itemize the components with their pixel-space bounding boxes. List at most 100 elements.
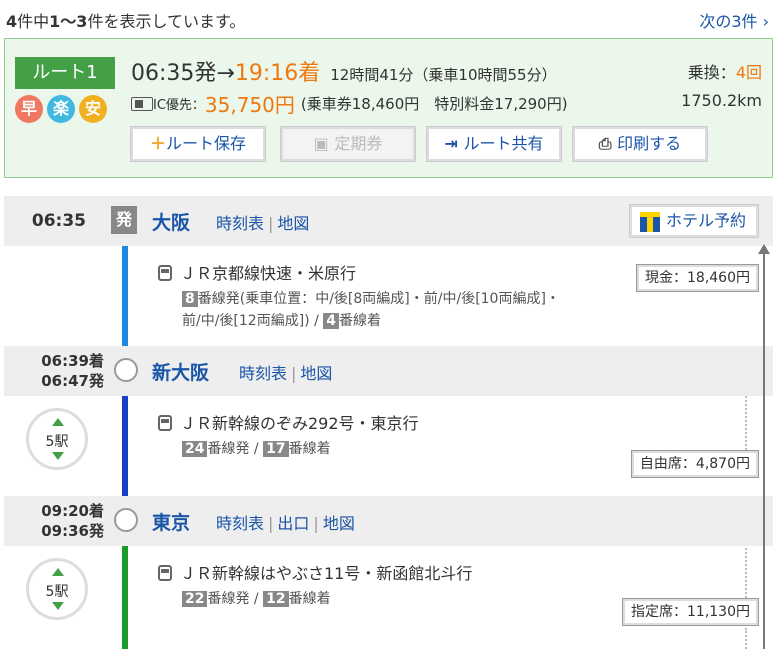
fare-divider <box>745 548 747 598</box>
hotel-reserve-button[interactable]: ホテル予約 <box>629 204 759 238</box>
transfers-label: 乗換： <box>687 63 736 82</box>
easy-mark-icon: 楽 <box>47 95 75 123</box>
time-arrow: → <box>216 61 235 86</box>
station-time: 06:35 <box>31 211 86 231</box>
arrive-time: 19:16着 <box>234 61 321 86</box>
dep-platform-text2: 前/中/後[12両編成]) <box>182 313 310 329</box>
train-name: ＪＲ新幹線のぞみ292号・東京行 <box>158 410 419 434</box>
train-icon <box>158 265 172 281</box>
depart-time: 06:35発 <box>131 61 217 86</box>
arr-platform: 17 <box>263 441 289 457</box>
cheap-mark-icon: 安 <box>79 95 107 123</box>
next-results-link[interactable]: 次の3件 › <box>699 8 769 32</box>
result-count-bar: 4件中1～3件を表示しています。 次の3件 › <box>0 0 777 36</box>
save-route-label: ルート保存 <box>166 134 247 153</box>
dep-platform-text: 番線発 <box>207 591 250 607</box>
map-link[interactable]: 地図 <box>300 364 332 383</box>
tpoint-logo-icon <box>640 212 660 232</box>
platform-info: 24 番線発 / 17 番線着 <box>182 438 331 460</box>
pass-icon: ▣ <box>313 134 335 153</box>
fare-bracket-line <box>763 254 765 649</box>
expand-down-icon <box>52 452 64 460</box>
route-detail: 06:35 発 大阪 時刻表 | 地図 ホテル予約 ＪＲ京都線快速・米原行 8 番線発… <box>4 196 773 649</box>
distance: 1750.2km <box>681 91 762 110</box>
station-time-depart: 09:36発 <box>41 522 104 540</box>
fare-divider <box>745 396 747 450</box>
dep-platform-text: 番線発(乗車位置：中/後[8両編成]・前/中/後[10両編成]・ <box>197 291 560 307</box>
arr-platform-text: 番線着 <box>288 591 331 607</box>
stops-count: 5駅 <box>45 434 69 450</box>
save-route-button[interactable]: ＋ルート保存 <box>130 126 266 162</box>
expand-down-icon <box>52 602 64 610</box>
result-count: 4件中1～3件を表示しています。 <box>6 8 245 32</box>
stops-count: 5駅 <box>45 584 69 600</box>
station-time-depart: 06:47発 <box>41 372 104 390</box>
dep-platform: 22 <box>182 591 208 607</box>
dep-platform-text: 番線発 <box>207 441 250 457</box>
train-label: ＪＲ新幹線のぞみ292号・東京行 <box>180 414 419 433</box>
station-row: 09:20着 09:36発 東京 時刻表 | 出口 | 地図 <box>4 496 773 546</box>
route-badge: ルート1 <box>15 57 115 89</box>
expand-up-icon <box>52 418 64 426</box>
count-total: 4 <box>6 12 18 31</box>
station-links: 時刻表 | 地図 <box>239 364 333 383</box>
timetable-link[interactable]: 時刻表 <box>216 214 264 233</box>
price-box: 自由席：4,870円 <box>630 450 759 478</box>
fare-bracket-arrow-icon <box>758 244 770 254</box>
price-box: 指定席：11,130円 <box>622 598 759 626</box>
fare-detail: (乗車券18,460円 特別料金17,290円) <box>300 95 568 113</box>
station-row: 06:35 発 大阪 時刻表 | 地図 ホテル予約 <box>4 196 773 246</box>
transfers-value: 4回 <box>735 63 762 82</box>
hotel-reserve-label: ホテル予約 <box>665 211 746 230</box>
station-name[interactable]: 東京 <box>152 508 190 535</box>
train-icon <box>158 565 172 581</box>
price-box: 現金：18,460円 <box>636 264 759 292</box>
train-icon <box>158 415 172 431</box>
exit-link[interactable]: 出口 <box>277 514 309 533</box>
share-icon: ⇥ <box>444 134 464 153</box>
train-label: ＪＲ京都線快速・米原行 <box>180 264 357 283</box>
share-route-label: ルート共有 <box>463 134 544 153</box>
platform-info: 22 番線発 / 12 番線着 <box>182 588 331 610</box>
stops-counter[interactable]: 5駅 <box>26 558 88 620</box>
count-mid: 件中 <box>17 12 50 31</box>
share-route-button[interactable]: ⇥ ルート共有 <box>426 126 562 162</box>
station-name[interactable]: 新大阪 <box>152 358 209 385</box>
depart-badge: 発 <box>111 206 137 234</box>
ic-card-icon <box>131 96 153 111</box>
commuter-pass-button: ▣ 定期券 <box>280 126 416 162</box>
print-button[interactable]: ⎙ 印刷する <box>572 126 708 162</box>
station-node <box>114 358 138 382</box>
train-label: ＪＲ新幹線はやぶさ11号・新函館北斗行 <box>180 564 473 583</box>
station-time-arrive: 06:39着 <box>41 352 104 370</box>
plus-icon: ＋ <box>149 134 166 153</box>
duration: 12時間41分（乗車10時間55分） <box>330 66 557 84</box>
station-row: 06:39着 06:47発 新大阪 時刻表 | 地図 <box>4 346 773 396</box>
train-name: ＪＲ新幹線はやぶさ11号・新函館北斗行 <box>158 560 472 584</box>
commuter-label: 定期券 <box>334 134 383 153</box>
timetable-link[interactable]: 時刻表 <box>239 364 287 383</box>
map-link[interactable]: 地図 <box>277 214 309 233</box>
station-links: 時刻表 | 地図 <box>216 214 310 233</box>
station-time-arrive: 09:20着 <box>41 502 104 520</box>
arr-platform-text: 番線着 <box>288 441 331 457</box>
expand-up-icon <box>52 568 64 576</box>
fast-mark-icon: 早 <box>15 95 43 123</box>
arr-platform: 4 <box>323 313 340 329</box>
platform-info: 8 番線発(乗車位置：中/後[8両編成]・前/中/後[10両編成]・ 前/中/後[… <box>182 291 560 329</box>
printer-icon: ⎙ <box>598 134 618 153</box>
map-link[interactable]: 地図 <box>323 514 355 533</box>
fare-divider <box>745 628 747 649</box>
count-suffix: 件を表示しています。 <box>87 12 246 31</box>
station-links: 時刻表 | 出口 | 地図 <box>216 514 355 533</box>
route-line-2 <box>122 376 128 516</box>
stops-counter[interactable]: 5駅 <box>26 408 88 470</box>
transfers: 乗換：4回 <box>688 59 762 83</box>
station-node <box>114 508 138 532</box>
arr-platform-text: 番線着 <box>339 313 382 329</box>
timetable-link[interactable]: 時刻表 <box>216 514 264 533</box>
print-label: 印刷する <box>617 134 682 153</box>
dep-platform: 8 <box>182 291 198 307</box>
ic-label: IC優先： <box>153 98 205 113</box>
station-name[interactable]: 大阪 <box>152 208 190 235</box>
